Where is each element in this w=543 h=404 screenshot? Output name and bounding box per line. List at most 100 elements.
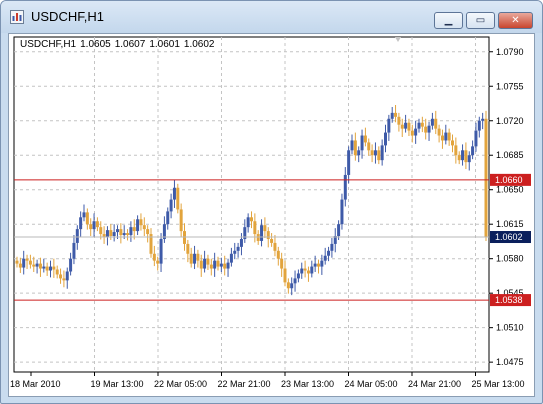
candle-body xyxy=(404,122,408,129)
candle-body xyxy=(38,263,42,269)
candle-body xyxy=(82,212,86,218)
candle xyxy=(172,179,176,208)
candle xyxy=(477,116,481,138)
candle xyxy=(387,114,391,141)
candle-body xyxy=(122,233,126,236)
candle xyxy=(360,129,364,159)
candle xyxy=(260,219,264,247)
candle xyxy=(306,266,310,282)
candle xyxy=(85,208,89,230)
candle-body xyxy=(390,112,394,119)
candle-body xyxy=(357,150,361,156)
candle xyxy=(343,167,347,207)
x-tick-label: 18 Mar 2010 xyxy=(10,379,61,389)
candle-body xyxy=(353,140,357,156)
candle xyxy=(59,268,63,284)
candle xyxy=(206,254,210,271)
y-tick-label: 1.0685 xyxy=(496,150,524,160)
price-chart[interactable]: 1.0790 1.0755 1.0720 1.0685 1.0650 1.0615 1.05… xyxy=(9,34,534,396)
chart-area[interactable]: 1.0790 1.0755 1.0720 1.0685 1.0650 1.0615 1.05… xyxy=(8,33,535,397)
candle xyxy=(320,254,324,275)
candle xyxy=(219,257,223,272)
candle-body xyxy=(25,258,29,261)
candle-body xyxy=(209,264,213,269)
candle-body xyxy=(377,150,381,161)
candle-body xyxy=(112,232,116,237)
candle xyxy=(461,144,465,166)
candle-body xyxy=(132,227,136,232)
candle xyxy=(95,217,99,232)
candle xyxy=(213,252,217,277)
candle xyxy=(152,245,156,267)
close-button[interactable]: ✕ xyxy=(498,12,533,29)
candle xyxy=(22,250,26,275)
candle xyxy=(404,114,408,133)
chart-window: USDCHF,H1 ▁ ▭ ✕ 1.0790 1.0755 1.0720 1.0685… xyxy=(0,0,543,404)
close-value: 1.0602 xyxy=(183,39,215,50)
candle-body xyxy=(236,246,240,251)
candle-body xyxy=(440,135,444,141)
open-value: 1.0605 xyxy=(80,39,111,50)
minimize-button[interactable]: ▁ xyxy=(434,12,463,29)
window-title: USDCHF,H1 xyxy=(31,9,104,24)
maximize-icon: ▭ xyxy=(475,15,486,26)
x-tick-label: 24 Mar 05:00 xyxy=(345,379,398,389)
candle-body xyxy=(414,128,418,136)
x-tick-label: 22 Mar 05:00 xyxy=(154,379,207,389)
candle-body xyxy=(45,266,49,271)
candle-body xyxy=(430,118,434,126)
candle-body xyxy=(373,150,377,156)
candle xyxy=(350,134,354,155)
candle-body xyxy=(424,126,428,133)
candle-body xyxy=(347,150,351,175)
chart-shift-marker[interactable] xyxy=(395,37,401,42)
price-label: 1.0660 xyxy=(495,175,523,185)
candle-body xyxy=(444,132,448,141)
candle xyxy=(394,104,398,123)
title-bar[interactable]: USDCHF,H1 ▁ ▭ ✕ xyxy=(1,1,542,33)
candle-body xyxy=(410,130,414,136)
minimize-icon: ▁ xyxy=(444,15,453,26)
candle-body xyxy=(219,263,223,267)
candle xyxy=(440,129,444,149)
candle-body xyxy=(474,130,478,147)
candle xyxy=(303,260,307,278)
candle xyxy=(169,193,173,219)
candle-body xyxy=(457,155,461,161)
candle xyxy=(72,235,76,265)
candle-body xyxy=(92,221,96,230)
candle-body xyxy=(250,217,253,222)
candle xyxy=(209,258,213,276)
candle xyxy=(142,217,146,237)
candle-body xyxy=(400,124,404,129)
candle-body xyxy=(477,120,481,131)
candle xyxy=(471,140,475,160)
candle-body xyxy=(343,174,347,200)
candle xyxy=(380,139,384,166)
candle-body xyxy=(283,268,287,283)
candle-body xyxy=(35,263,39,267)
candle-body xyxy=(69,258,73,272)
candle xyxy=(373,142,377,164)
candle xyxy=(236,242,240,258)
candle xyxy=(105,226,109,246)
candle-body xyxy=(313,263,317,267)
candle xyxy=(273,235,277,257)
candle-body xyxy=(186,243,190,254)
candle-body xyxy=(276,250,280,259)
candle xyxy=(430,112,434,130)
candle-body xyxy=(337,224,341,237)
candle xyxy=(310,260,314,278)
candle-body xyxy=(296,273,300,279)
candle xyxy=(246,213,250,233)
candle-body xyxy=(394,112,398,117)
candle xyxy=(367,138,371,156)
candle-body xyxy=(156,260,160,264)
maximize-button[interactable]: ▭ xyxy=(466,12,495,29)
candle xyxy=(79,211,83,238)
candle-body xyxy=(246,217,250,228)
candle xyxy=(457,151,461,165)
candle xyxy=(45,262,49,276)
candle-body xyxy=(109,230,113,237)
candle xyxy=(132,219,136,240)
